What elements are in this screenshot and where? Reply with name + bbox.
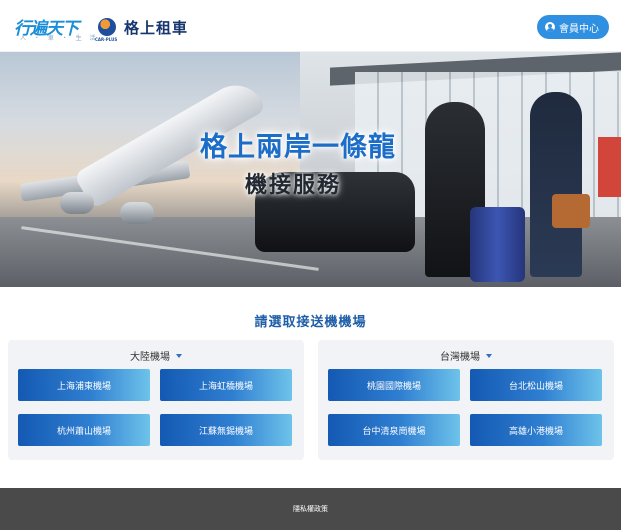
privacy-policy-link[interactable]: 隱私權政策: [293, 504, 328, 514]
car-plus-emblem-icon: [98, 18, 116, 36]
caret-down-icon: [176, 354, 182, 358]
partner-name: 格上租車: [124, 18, 189, 37]
airport-button-hangzhou-xiaoshan[interactable]: 杭州蕭山機場: [18, 414, 150, 446]
panel-mainland-airports: 大陸機場 上海浦東機場 上海虹橋機場 杭州蕭山機場 江蘇無錫機場: [8, 340, 304, 460]
caret-down-icon: [486, 354, 492, 358]
member-center-button[interactable]: 會員中心: [537, 15, 609, 39]
airport-button-taipei-songshan[interactable]: 台北松山機場: [470, 369, 602, 401]
airport-button-kaohsiung-xiaogang[interactable]: 高雄小港機場: [470, 414, 602, 446]
airport-button-shanghai-pudong[interactable]: 上海浦東機場: [18, 369, 150, 401]
user-icon: [545, 22, 555, 32]
briefcase-image: [552, 194, 590, 228]
airport-button-shanghai-hongqiao[interactable]: 上海虹橋機場: [160, 369, 292, 401]
airport-button-taichung-qingquangang[interactable]: 台中清泉崗機場: [328, 414, 460, 446]
site-logo[interactable]: 行遍天下 人 ・ 車 ・ 生 活: [14, 12, 96, 42]
airplane-engine: [120, 202, 154, 224]
region-label: 大陸機場: [130, 352, 170, 363]
partner-logo: CAR-PLUS 格上租車: [95, 17, 189, 42]
header: 行遍天下 人 ・ 車 ・ 生 活 CAR-PLUS 格上租車 會員中心: [0, 0, 621, 52]
region-label: 台灣機場: [440, 352, 480, 363]
section-title: 請選取接送機機場: [254, 315, 367, 330]
region-dropdown-mainland[interactable]: 大陸機場: [8, 348, 304, 363]
terminal-sign: [598, 137, 621, 197]
hero-title: 格上兩岸一條龍: [200, 132, 396, 163]
suitcase-image: [470, 207, 525, 282]
member-center-label: 會員中心: [559, 23, 599, 35]
traveler-image: [530, 92, 582, 277]
airport-button-jiangsu-wuxi[interactable]: 江蘇無錫機場: [160, 414, 292, 446]
logo-group[interactable]: 行遍天下 人 ・ 車 ・ 生 活 CAR-PLUS 格上租車: [14, 10, 188, 44]
panel-taiwan-airports: 台灣機場 桃園國際機場 台北松山機場 台中清泉崗機場 高雄小港機場: [318, 340, 614, 460]
hero-banner: 格上兩岸一條龍 機接服務: [0, 52, 621, 287]
partner-en-name: CAR-PLUS: [95, 36, 118, 42]
airport-button-taoyuan[interactable]: 桃園國際機場: [328, 369, 460, 401]
airplane-engine: [60, 192, 94, 214]
logo-tagline: 人 ・ 車 ・ 生 活: [20, 35, 99, 42]
hero-subtitle: 機接服務: [245, 173, 342, 198]
footer: 隱私權政策: [0, 488, 621, 530]
region-dropdown-taiwan[interactable]: 台灣機場: [318, 348, 614, 363]
page: 行遍天下 人 ・ 車 ・ 生 活 CAR-PLUS 格上租車 會員中心 格上兩岸…: [0, 0, 621, 530]
